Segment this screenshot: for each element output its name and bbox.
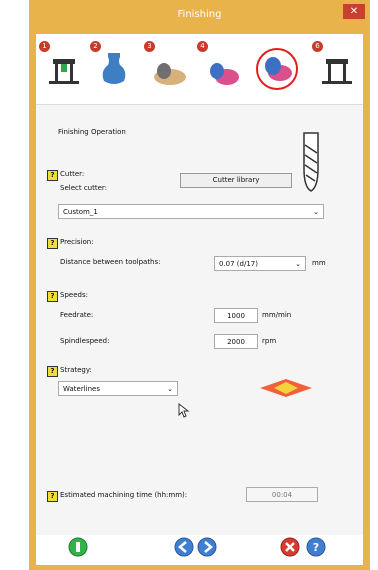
start-button[interactable] xyxy=(68,537,88,557)
step-4[interactable]: 4 xyxy=(197,41,241,97)
strategy-select[interactable]: Waterlines ⌄ xyxy=(58,381,178,396)
finishing-icon xyxy=(256,48,298,90)
time-label: Estimated machining time (hh:mm): xyxy=(60,491,188,499)
chevron-down-icon: ⌄ xyxy=(313,208,319,216)
form-panel: Finishing Operation ? Cutter: Select cut… xyxy=(36,105,363,535)
roughing-icon xyxy=(154,63,186,85)
distance-unit: mm xyxy=(312,259,326,267)
end-mill-icon xyxy=(303,132,319,192)
select-cutter-label: Select cutter: xyxy=(60,184,108,192)
semi-finish-icon xyxy=(210,63,239,85)
distance-select[interactable]: 0.07 (d/17) ⌄ xyxy=(214,256,306,271)
svg-text:?: ? xyxy=(313,541,319,554)
mouse-cursor-icon xyxy=(178,403,190,418)
feedrate-label: Feedrate: xyxy=(60,311,94,319)
feedrate-input[interactable]: 1000 xyxy=(214,308,258,323)
cutter-select-value: Custom_1 xyxy=(63,208,98,216)
step-1[interactable]: 1 xyxy=(39,41,83,97)
speeds-help-icon[interactable]: ? xyxy=(47,291,58,302)
window-title: Finishing xyxy=(177,9,222,20)
wizard-steps: 1 2 3 4 6 xyxy=(36,34,363,105)
step-6[interactable]: 6 xyxy=(312,41,356,97)
distance-select-value: 0.07 (d/17) xyxy=(219,260,258,268)
machine-icon xyxy=(49,59,79,84)
cutter-select[interactable]: Custom_1 ⌄ xyxy=(58,204,324,219)
feedrate-unit: mm/min xyxy=(262,311,292,319)
precision-help-icon[interactable]: ? xyxy=(47,238,58,249)
next-button[interactable] xyxy=(197,537,217,557)
spindle-input[interactable]: 2000 xyxy=(214,334,258,349)
step-2[interactable]: 2 xyxy=(90,41,134,97)
cutter-library-button[interactable]: Cutter library xyxy=(180,173,292,188)
step-3[interactable]: 3 xyxy=(144,41,188,97)
speeds-label: Speeds: xyxy=(60,291,88,299)
time-help-icon[interactable]: ? xyxy=(47,491,58,502)
cutter-help-icon[interactable]: ? xyxy=(47,170,58,181)
step-5[interactable]: 5 xyxy=(254,41,298,97)
waterlines-preview-icon xyxy=(260,379,312,397)
operation-heading: Finishing Operation xyxy=(58,128,126,136)
strategy-label: Strategy: xyxy=(60,366,92,374)
time-readout: 00:04 xyxy=(246,487,318,502)
back-button[interactable] xyxy=(174,537,194,557)
spindle-label: Spindlespeed: xyxy=(60,337,110,345)
chevron-down-icon: ⌄ xyxy=(295,260,301,268)
footer-bar: ? xyxy=(36,535,363,565)
strategy-help-icon[interactable]: ? xyxy=(47,366,58,377)
help-button[interactable]: ? xyxy=(306,537,326,557)
machine-output-icon xyxy=(322,59,352,84)
strategy-select-value: Waterlines xyxy=(63,385,100,393)
precision-label: Precision: xyxy=(60,238,94,246)
spindle-unit: rpm xyxy=(262,337,277,345)
title-bar[interactable]: Finishing ✕ xyxy=(29,0,370,34)
cutter-label: Cutter: xyxy=(60,170,85,178)
dialog-client: 1 2 3 4 6 Finishing Operation ? Cutter: … xyxy=(36,34,363,565)
chevron-down-icon: ⌄ xyxy=(167,385,173,393)
close-button[interactable]: ✕ xyxy=(343,4,365,19)
distance-label: Distance between toolpaths: xyxy=(60,258,161,266)
finishing-window: Finishing ✕ 1 2 3 4 6 Finishing Operatio… xyxy=(29,0,370,570)
vase-icon xyxy=(102,53,126,84)
cancel-button[interactable] xyxy=(280,537,300,557)
